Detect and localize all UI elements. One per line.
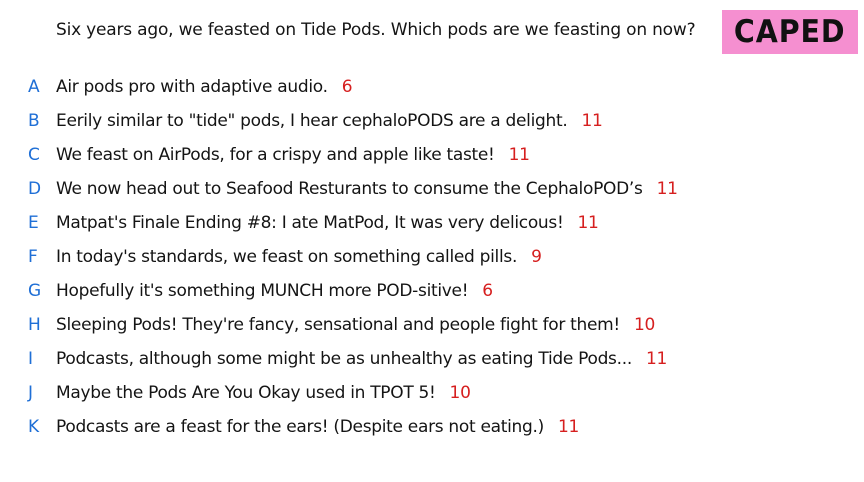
answer-label: Podcasts, although some might be as unhe… <box>56 349 632 369</box>
answer-text: Sleeping Pods! They're fancy, sensationa… <box>56 315 655 335</box>
answer-letter: B <box>28 111 40 131</box>
answer-count: 10 <box>633 315 655 335</box>
answer-row: H Sleeping Pods! They're fancy, sensatio… <box>0 310 864 340</box>
answer-text: Maybe the Pods Are You Okay used in TPOT… <box>56 383 471 403</box>
answer-row: F In today's standards, we feast on some… <box>0 242 864 272</box>
answer-row: K Podcasts are a feast for the ears! (De… <box>0 412 864 442</box>
answer-count: 11 <box>581 111 603 131</box>
answer-text: Hopefully it's something MUNCH more POD-… <box>56 281 493 301</box>
answer-letter: G <box>28 281 42 301</box>
results-screen: Six years ago, we feasted on Tide Pods. … <box>0 0 864 482</box>
answer-text: Matpat's Finale Ending #8: I ate MatPod,… <box>56 213 599 233</box>
answer-letter: C <box>28 145 40 165</box>
answer-count: 6 <box>482 281 493 301</box>
answer-label: We now head out to Seafood Resturants to… <box>56 179 643 199</box>
answer-row: B Eerily similar to "tide" pods, I hear … <box>0 106 864 136</box>
answer-count: 11 <box>508 145 530 165</box>
answer-label: Hopefully it's something MUNCH more POD-… <box>56 281 469 301</box>
answer-label: Eerily similar to "tide" pods, I hear ce… <box>56 111 568 131</box>
answer-text: We feast on AirPods, for a crispy and ap… <box>56 145 530 165</box>
brand-label: CAPED <box>734 14 846 50</box>
answer-letter: D <box>28 179 42 199</box>
answer-letter: F <box>28 247 38 267</box>
answer-label: Sleeping Pods! They're fancy, sensationa… <box>56 315 620 335</box>
answer-row: C We feast on AirPods, for a crispy and … <box>0 140 864 170</box>
answer-count: 11 <box>656 179 678 199</box>
answer-text: Air pods pro with adaptive audio. 6 <box>56 77 353 97</box>
answer-row: E Matpat's Finale Ending #8: I ate MatPo… <box>0 208 864 238</box>
answer-letter: J <box>28 383 34 403</box>
answer-letter: I <box>28 349 34 369</box>
answer-letter: K <box>28 417 40 437</box>
question-prompt: Six years ago, we feasted on Tide Pods. … <box>56 20 696 40</box>
answer-text: Podcasts, although some might be as unhe… <box>56 349 667 369</box>
brand-badge: CAPED <box>722 10 858 54</box>
answer-row: A Air pods pro with adaptive audio. 6 <box>0 72 864 102</box>
answer-label: We feast on AirPods, for a crispy and ap… <box>56 145 495 165</box>
answer-text: We now head out to Seafood Resturants to… <box>56 179 678 199</box>
answer-letter: A <box>28 77 40 97</box>
answer-count: 6 <box>341 77 353 97</box>
answer-count: 10 <box>449 383 471 403</box>
answer-count: 9 <box>531 247 542 267</box>
answer-letter: E <box>28 213 39 233</box>
answer-count: 11 <box>577 213 599 233</box>
answer-count: 11 <box>557 417 579 437</box>
answer-count: 11 <box>645 349 667 369</box>
answer-letter: H <box>28 315 41 335</box>
answer-text: Podcasts are a feast for the ears! (Desp… <box>56 417 579 437</box>
answer-label: Air pods pro with adaptive audio. <box>56 77 328 97</box>
answer-row: G Hopefully it's something MUNCH more PO… <box>0 276 864 306</box>
answer-label: Matpat's Finale Ending #8: I ate MatPod,… <box>56 213 564 233</box>
answer-row: D We now head out to Seafood Resturants … <box>0 174 864 204</box>
answer-label: In today's standards, we feast on someth… <box>56 247 518 267</box>
answer-text: Eerily similar to "tide" pods, I hear ce… <box>56 111 603 131</box>
answer-label: Maybe the Pods Are You Okay used in TPOT… <box>56 383 436 403</box>
answer-label: Podcasts are a feast for the ears! (Desp… <box>56 417 544 437</box>
answer-row: J Maybe the Pods Are You Okay used in TP… <box>0 378 864 408</box>
answer-text: In today's standards, we feast on someth… <box>56 247 542 267</box>
answer-row: I Podcasts, although some might be as un… <box>0 344 864 374</box>
